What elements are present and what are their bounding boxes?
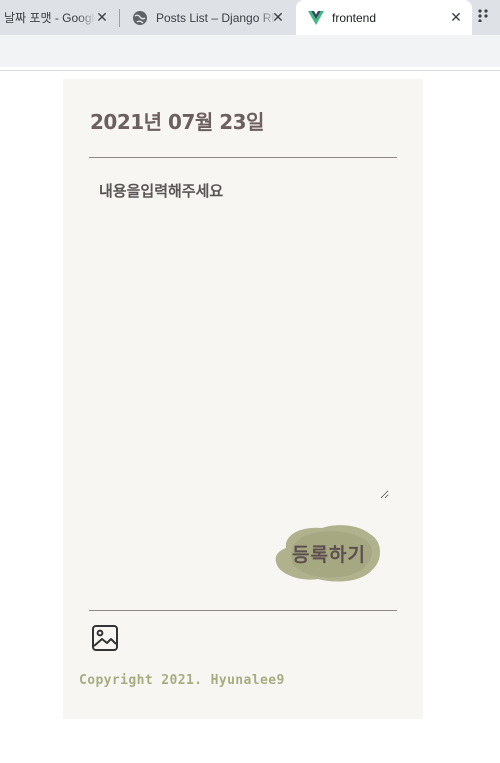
close-icon[interactable]: ✕ [448, 9, 464, 25]
submit-label: 등록하기 [292, 543, 366, 566]
tab-frontend[interactable]: frontend ✕ [296, 0, 472, 35]
diary-card: 2021년 07월 23일 등록하기 Copyright 2021. Hyuna… [63, 79, 423, 719]
tab-title: Posts List – Django REST framework [156, 10, 276, 25]
submit-button[interactable]: 등록하기 [274, 522, 384, 584]
divider [0, 67, 500, 68]
tab-google-search[interactable]: 날짜 포맷 - Google 검색 ✕ [0, 0, 118, 35]
browser-tab-bar: 날짜 포맷 - Google 검색 ✕ Posts List – Django … [0, 0, 500, 35]
copyright-text: Copyright 2021. Hyunalee9 [79, 673, 285, 688]
image-icon [92, 625, 118, 651]
divider [89, 157, 397, 158]
more-icon[interactable] [478, 8, 500, 28]
image-upload-button[interactable] [91, 624, 119, 652]
vue-logo-icon [308, 10, 324, 25]
tab-posts-list[interactable]: Posts List – Django REST framework ✕ [120, 0, 294, 35]
close-icon[interactable]: ✕ [94, 9, 110, 25]
tab-title: frontend [332, 10, 377, 25]
tab-title: 날짜 포맷 - Google 검색 [4, 11, 96, 25]
globe-icon [133, 10, 147, 25]
date-title: 2021년 07월 23일 [90, 110, 264, 134]
browser-toolbar [0, 35, 500, 67]
close-icon[interactable]: ✕ [270, 9, 286, 25]
divider [0, 70, 500, 71]
divider [89, 610, 397, 611]
content-textarea[interactable] [89, 176, 389, 499]
